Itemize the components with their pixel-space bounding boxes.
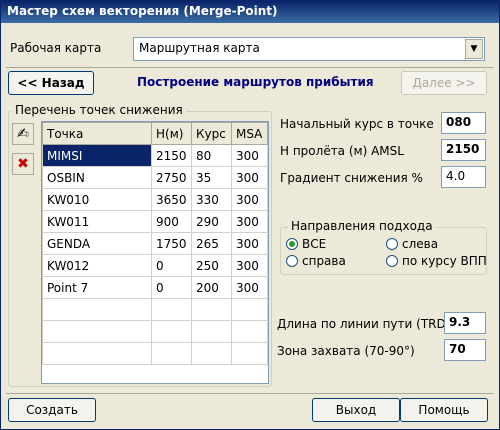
window-title: Мастер схем векторения (Merge-Point): [1, 1, 499, 23]
cell-course[interactable]: 330: [191, 188, 232, 211]
capture-label: Зона захвата (70-90°): [277, 344, 415, 358]
chevron-down-icon[interactable]: ▼: [465, 39, 483, 59]
points-grid[interactable]: Точка Н(м) Курс MSA MIMSI 2150 80 300 OS…: [41, 121, 269, 384]
radio-right[interactable]: справа: [286, 254, 346, 268]
edit-point-icon[interactable]: ✍: [12, 123, 34, 145]
cell-point[interactable]: OSBIN: [42, 166, 153, 189]
col-header-point[interactable]: Точка: [42, 122, 153, 145]
exit-button[interactable]: Выход: [312, 398, 400, 422]
cell-height[interactable]: 2150: [151, 144, 193, 167]
delete-point-icon[interactable]: ✖: [12, 153, 34, 175]
table-row[interactable]: Point 7 0 200 300: [42, 276, 268, 299]
divider: [6, 67, 494, 68]
cell-height[interactable]: 900: [151, 210, 193, 233]
cell-course[interactable]: 200: [191, 276, 232, 299]
cell-msa[interactable]: 300: [230, 188, 268, 211]
trd-label: Длина по линии пути (TRD): [277, 317, 451, 331]
table-header: Точка Н(м) Курс MSA: [42, 122, 268, 145]
trd-field[interactable]: 9.3: [444, 312, 486, 334]
table-row[interactable]: KW011 900 290 300: [42, 210, 268, 233]
table-row-empty[interactable]: [42, 342, 268, 365]
divider: [6, 393, 494, 394]
cell-course[interactable]: 80: [191, 144, 232, 167]
table-row[interactable]: GENDA 1750 265 300: [42, 232, 268, 255]
cell-height[interactable]: 1750: [151, 232, 193, 255]
radio-runway-course-indicator[interactable]: [386, 255, 398, 267]
cell-point[interactable]: KW010: [42, 188, 153, 211]
back-button[interactable]: << Назад: [8, 71, 94, 95]
map-select-value: Маршрутная карта: [139, 41, 260, 55]
cell-point[interactable]: GENDA: [42, 232, 153, 255]
table-row[interactable]: KW010 3650 330 300: [42, 188, 268, 211]
radio-left-label: слева: [402, 237, 439, 251]
radio-runway-course-label: по курсу ВПП: [402, 254, 487, 268]
cell-course[interactable]: 35: [191, 166, 232, 189]
table-row-empty[interactable]: [42, 298, 268, 321]
create-button[interactable]: Создать: [8, 398, 96, 422]
points-table: Точка Н(м) Курс MSA MIMSI 2150 80 300 OS…: [42, 122, 268, 365]
cell-point[interactable]: MIMSI: [42, 144, 153, 167]
cell-height[interactable]: 2750: [151, 166, 193, 189]
approach-group-title: Направления подхода: [288, 219, 436, 233]
table-row[interactable]: KW012 0 250 300: [42, 254, 268, 277]
points-group-title: Перечень точек снижения: [12, 103, 186, 117]
height-label: Н пролёта (м) AMSL: [280, 144, 404, 158]
step-title: Построение маршрутов прибытия: [137, 75, 374, 89]
cell-point[interactable]: Point 7: [42, 276, 153, 299]
gradient-label: Градиент снижения %: [280, 171, 423, 185]
initial-course-label: Начальный курс в точке: [280, 117, 434, 131]
cell-msa[interactable]: 300: [230, 254, 268, 277]
cell-course[interactable]: 265: [191, 232, 232, 255]
table-row-empty[interactable]: [42, 320, 268, 343]
height-field[interactable]: 2150: [441, 139, 486, 161]
col-header-msa[interactable]: MSA: [230, 122, 268, 145]
help-button[interactable]: Помощь: [400, 398, 488, 422]
cell-msa[interactable]: 300: [230, 166, 268, 189]
capture-field[interactable]: 70: [444, 339, 486, 361]
cell-point[interactable]: KW012: [42, 254, 153, 277]
wizard-window: Мастер схем векторения (Merge-Point) Раб…: [0, 0, 500, 430]
radio-all-indicator[interactable]: [286, 238, 298, 250]
col-header-height[interactable]: Н(м): [151, 122, 193, 145]
cell-msa[interactable]: 300: [230, 144, 268, 167]
next-button[interactable]: Далее >>: [401, 71, 487, 95]
table-row[interactable]: MIMSI 2150 80 300: [42, 144, 268, 167]
initial-course-field[interactable]: 080: [441, 112, 486, 134]
table-row[interactable]: OSBIN 2750 35 300: [42, 166, 268, 189]
cell-course[interactable]: 250: [191, 254, 232, 277]
cell-course[interactable]: 290: [191, 210, 232, 233]
radio-right-label: справа: [302, 254, 346, 268]
cell-height[interactable]: 3650: [151, 188, 193, 211]
cell-height[interactable]: 0: [151, 276, 193, 299]
gradient-field[interactable]: 4.0: [441, 166, 486, 188]
cell-msa[interactable]: 300: [230, 232, 268, 255]
radio-all-label: ВСЕ: [302, 237, 327, 251]
cell-msa[interactable]: 300: [230, 210, 268, 233]
radio-left[interactable]: слева: [386, 237, 438, 251]
cell-point[interactable]: KW011: [42, 210, 153, 233]
radio-left-indicator[interactable]: [386, 238, 398, 250]
radio-right-indicator[interactable]: [286, 255, 298, 267]
radio-runway-course[interactable]: по курсу ВПП: [386, 254, 487, 268]
cell-msa[interactable]: 300: [230, 276, 268, 299]
radio-all[interactable]: ВСЕ: [286, 237, 326, 251]
cell-height[interactable]: 0: [151, 254, 193, 277]
map-select[interactable]: Маршрутная карта ▼: [133, 37, 485, 61]
col-header-course[interactable]: Курс: [191, 122, 232, 145]
map-label: Рабочая карта: [10, 41, 102, 55]
